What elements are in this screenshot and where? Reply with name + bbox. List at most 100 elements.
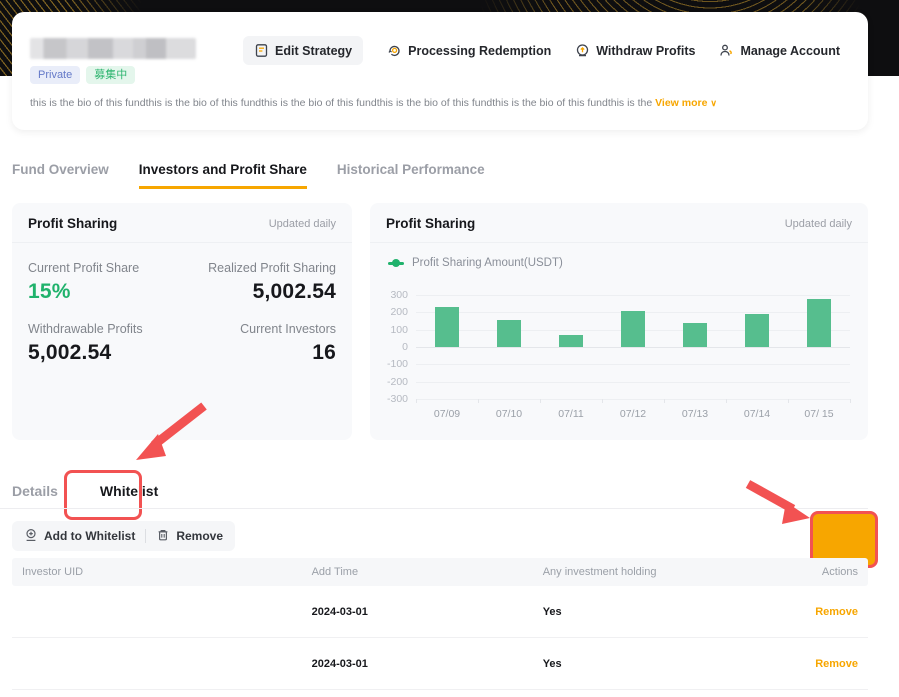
withdraw-profits-button[interactable]: Withdraw Profits xyxy=(575,43,695,58)
stats-card-updated: Updated daily xyxy=(268,217,336,230)
chart-gridline xyxy=(416,399,850,400)
current-profit-share-value: 15% xyxy=(28,280,71,303)
processing-redemption-label: Processing Redemption xyxy=(408,43,552,58)
chart-xtick-label: 07/ 15 xyxy=(804,408,834,420)
edit-strategy-button[interactable]: Edit Strategy xyxy=(243,36,364,65)
chart-xtick-label: 07/12 xyxy=(619,408,647,420)
col-any-investment-holding: Any investment holding xyxy=(542,566,657,578)
manage-account-button[interactable]: Manage Account xyxy=(719,43,840,58)
stats-card-title: Profit Sharing xyxy=(28,216,118,231)
chart-ytick-label: -100 xyxy=(386,358,408,371)
stats-card-header: Profit Sharing Updated daily xyxy=(12,203,352,243)
stat-current-investors: Current Investors 16 xyxy=(182,322,336,365)
table-row: 2024-03-01 Yes Remove xyxy=(12,638,868,690)
tab-whitelist[interactable]: Whitelist xyxy=(100,483,158,499)
row-remove-link[interactable]: Remove xyxy=(815,658,858,670)
toolbar-divider xyxy=(145,529,147,543)
table-header-row: Investor UID Add Time Any investment hol… xyxy=(12,558,868,586)
chart-gridline xyxy=(416,381,850,383)
withdrawable-profits-value: 5,002.54 xyxy=(28,341,112,364)
stat-current-profit-share: Current Profit Share 15% xyxy=(28,261,182,304)
chart-bar[interactable] xyxy=(745,314,769,347)
main-tabs: Fund Overview Investors and Profit Share… xyxy=(12,162,485,189)
chart-axis-tick xyxy=(664,399,665,403)
recruiting-badge: 募集中 xyxy=(86,66,136,84)
add-time-cell: 2024-03-01 xyxy=(311,605,368,618)
row-remove-link[interactable]: Remove xyxy=(815,606,858,618)
add-to-whitelist-icon xyxy=(24,528,38,545)
stat-realized-profit-sharing: Realized Profit Sharing 5,002.54 xyxy=(182,261,336,304)
current-investors-value: 16 xyxy=(312,341,336,364)
private-badge: Private xyxy=(30,66,81,84)
chart-gridline xyxy=(416,364,850,366)
trash-icon xyxy=(156,528,170,545)
tab-historical-performance[interactable]: Historical Performance xyxy=(337,162,485,189)
add-to-whitelist-label: Add to Whitelist xyxy=(44,529,136,543)
remove-button-label: Remove xyxy=(176,529,224,543)
chart-axis-tick xyxy=(788,399,789,403)
annotation-arrow-toggle xyxy=(745,480,810,524)
col-add-time: Add Time xyxy=(311,566,359,578)
chart-bar[interactable] xyxy=(807,299,831,347)
chart-ytick-label: 0 xyxy=(402,341,408,353)
remove-button[interactable]: Remove xyxy=(156,528,223,545)
chart-xtick-label: 07/13 xyxy=(681,408,709,420)
chart-axis-tick xyxy=(726,399,727,403)
whitelist-toggle[interactable] xyxy=(824,528,858,547)
stat-withdrawable-profits: Withdrawable Profits 5,002.54 xyxy=(28,322,182,365)
chart-bar[interactable] xyxy=(435,307,459,347)
chart-xtick-label: 07/14 xyxy=(743,408,771,420)
tab-fund-overview[interactable]: Fund Overview xyxy=(12,162,109,189)
chart-axis-tick xyxy=(416,399,417,403)
chart-axis-tick xyxy=(478,399,479,403)
col-actions: Actions xyxy=(821,566,858,578)
manage-account-icon xyxy=(719,43,734,58)
chart-bar[interactable] xyxy=(621,311,645,347)
chart-gridline xyxy=(416,347,850,348)
chart-gridline xyxy=(416,295,850,296)
fund-name-redacted xyxy=(30,38,196,59)
whitelist-toolbar: Add to Whitelist Remove xyxy=(12,521,236,551)
fund-bio: this is the bio of this fundthis is the … xyxy=(30,97,848,109)
chart-bar[interactable] xyxy=(683,322,707,347)
tab-details[interactable]: Details xyxy=(12,483,58,499)
withdraw-profits-label: Withdraw Profits xyxy=(596,43,696,58)
holding-cell: Yes xyxy=(542,605,562,618)
table-row: 2024-03-01 Yes Remove xyxy=(12,586,868,638)
fund-header-card: Private 募集中 Edit Strategy Processing Red… xyxy=(12,12,868,130)
header-actions: Edit Strategy Processing Redemption With… xyxy=(243,36,840,65)
add-to-whitelist-button[interactable]: Add to Whitelist xyxy=(24,528,135,545)
chart-axis-tick xyxy=(540,399,541,403)
whitelist-table: Investor UID Add Time Any investment hol… xyxy=(12,558,868,690)
chart-ytick-label: 100 xyxy=(390,323,408,336)
toggle-knob xyxy=(841,530,856,545)
processing-redemption-button[interactable]: Processing Redemption xyxy=(387,43,551,58)
profit-sharing-stats-card: Profit Sharing Updated daily Current Pro… xyxy=(12,203,352,440)
chart-ytick-label: 300 xyxy=(390,289,408,301)
chart-bar[interactable] xyxy=(497,320,521,347)
legend-label: Profit Sharing Amount(USDT) xyxy=(412,257,563,269)
chart-card-title: Profit Sharing xyxy=(386,216,476,231)
chart-axis-tick xyxy=(602,399,603,403)
chart-xtick-label: 07/11 xyxy=(558,408,584,420)
processing-redemption-icon xyxy=(387,43,402,58)
legend-line-dot-icon xyxy=(388,259,404,267)
manage-account-label: Manage Account xyxy=(740,43,840,58)
subtab-divider xyxy=(0,508,868,509)
profit-sharing-chart-card: Profit Sharing Updated daily Profit Shar… xyxy=(370,203,868,440)
chart-legend[interactable]: Profit Sharing Amount(USDT) xyxy=(370,243,868,269)
chart-xtick-label: 07/10 xyxy=(495,408,523,420)
withdraw-profits-icon xyxy=(575,43,590,58)
chevron-down-icon: ∨ xyxy=(710,98,717,108)
chart-card-header: Profit Sharing Updated daily xyxy=(370,203,868,243)
tab-investors-and-profit-share[interactable]: Investors and Profit Share xyxy=(138,162,307,189)
chart-bar[interactable] xyxy=(559,334,583,347)
fund-bio-text: this is the bio of this fundthis is the … xyxy=(30,97,653,109)
add-time-cell: 2024-03-01 xyxy=(311,657,368,670)
sub-tabs: Details Whitelist xyxy=(12,483,158,499)
chart-ytick-label: -200 xyxy=(386,375,408,388)
chart-axis-tick xyxy=(850,399,851,403)
view-more-link[interactable]: View more ∨ xyxy=(655,97,717,109)
col-investor-uid: Investor UID xyxy=(22,566,84,578)
holding-cell: Yes xyxy=(542,657,562,670)
